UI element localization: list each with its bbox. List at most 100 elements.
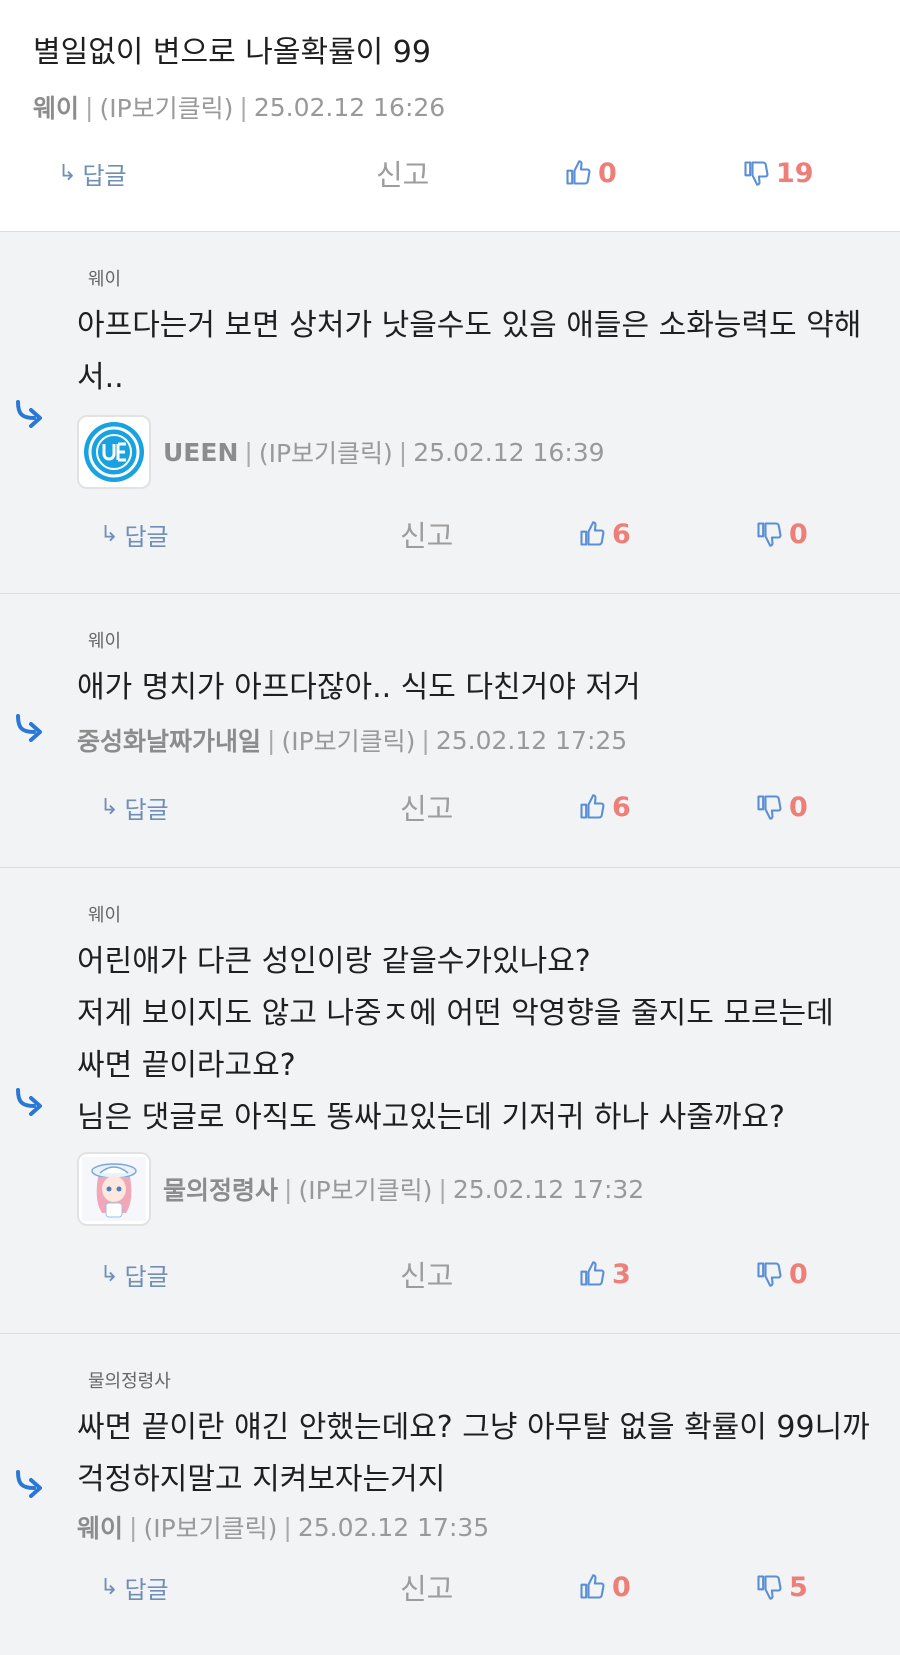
reply-arrow-icon — [14, 1470, 44, 1498]
report-button-label: 신고 — [400, 1572, 454, 1606]
author-name[interactable]: 중성화날짜가내일 — [77, 722, 261, 758]
like-count: 6 — [612, 791, 631, 823]
reply-arrow-icon — [14, 400, 44, 428]
like-button[interactable]: 0 — [564, 153, 617, 193]
reply-button[interactable]: ↳ 답글 — [100, 1254, 169, 1294]
like-count: 0 — [612, 1571, 631, 1603]
like-button[interactable]: 6 — [578, 514, 631, 554]
comment-date: 25.02.12 17:32 — [452, 1174, 645, 1204]
meta-separator: | — [438, 1174, 447, 1204]
author-name[interactable]: UEEN — [163, 438, 238, 467]
reply-target: 웨이 — [88, 905, 122, 926]
comment-actions: ↳ 답글 신고 6 0 — [0, 787, 900, 827]
like-button[interactable]: 6 — [578, 787, 631, 827]
thumbs-down-icon — [755, 1573, 783, 1601]
comment-meta: UEEN | (IP보기클릭) | 25.02.12 16:39 — [77, 413, 880, 491]
ip-view-link[interactable]: (IP보기클릭) — [281, 722, 415, 758]
dislike-count: 5 — [789, 1571, 808, 1603]
comment-date: 25.02.12 17:35 — [297, 1512, 490, 1542]
comment-text: 싸면 끝이란 얘긴 안했는데요? 그냥 아무탈 없을 확률이 99니까 걱정하지… — [77, 1410, 870, 1497]
comment-actions: ↳ 답글 신고 6 0 — [0, 514, 900, 554]
meta-separator: | — [267, 725, 276, 755]
author-name[interactable]: 물의정령사 — [163, 1171, 278, 1207]
thumbs-down-icon — [742, 159, 770, 187]
reply-button-label: 답글 — [124, 522, 169, 551]
dislike-count: 0 — [789, 791, 808, 823]
reply-button-label: 답글 — [124, 1575, 169, 1604]
reply-button[interactable]: ↳ 답글 — [100, 787, 169, 827]
ip-view-link[interactable]: (IP보기클릭) — [143, 1509, 277, 1545]
dislike-count: 0 — [789, 1258, 808, 1290]
ip-view-link[interactable]: (IP보기클릭) — [298, 1171, 432, 1207]
dislike-count: 0 — [789, 518, 808, 550]
comment-text: 어린애가 다큰 성인이랑 같을수가있나요? 저게 보이지도 않고 나중ㅈ에 어떤… — [77, 944, 834, 1135]
report-button[interactable]: 신고 — [400, 1567, 453, 1607]
reply-comment-item: 웨이 애가 명치가 아프다잖아.. 식도 다친거야 저거 중성화날짜가내일 | … — [0, 594, 900, 868]
ueen-logo-icon — [84, 422, 144, 482]
comment-text: 별일없이 변으로 나올확률이 99 — [33, 35, 431, 70]
comment-actions: ↳ 답글 신고 3 0 — [0, 1254, 900, 1294]
like-button[interactable]: 3 — [578, 1254, 631, 1294]
reply-comment-item: 물의정령사 싸면 끝이란 얘긴 안했는데요? 그냥 아무탈 없을 확률이 99니… — [0, 1334, 900, 1655]
comment-date: 25.02.12 16:39 — [413, 437, 605, 467]
reply-button-label: 답글 — [124, 1262, 169, 1291]
reply-hook-icon: ↳ — [100, 1574, 119, 1600]
dislike-button[interactable]: 0 — [755, 1254, 808, 1294]
reply-hook-icon: ↳ — [100, 521, 119, 547]
thumbs-up-icon — [578, 520, 606, 548]
meta-separator: | — [239, 92, 248, 122]
dislike-button[interactable]: 0 — [755, 787, 808, 827]
anime-girl-avatar-icon — [82, 1157, 146, 1221]
dislike-button[interactable]: 5 — [755, 1567, 808, 1607]
meta-separator: | — [244, 437, 253, 467]
dislike-button[interactable]: 19 — [742, 153, 814, 193]
avatar[interactable] — [77, 415, 151, 489]
reply-button[interactable]: ↳ 답글 — [58, 153, 127, 193]
report-button-label: 신고 — [400, 519, 454, 553]
ip-view-link[interactable]: (IP보기클릭) — [99, 89, 233, 125]
thumbs-down-icon — [755, 1260, 783, 1288]
author-name[interactable]: 웨이 — [33, 89, 79, 125]
like-button[interactable]: 0 — [578, 1567, 631, 1607]
reply-arrow-icon — [14, 1088, 44, 1116]
thumbs-up-icon — [578, 1260, 606, 1288]
meta-separator: | — [421, 725, 430, 755]
author-name[interactable]: 웨이 — [77, 1509, 123, 1545]
reply-target: 웨이 — [88, 269, 122, 290]
comment-meta: 중성화날짜가내일 | (IP보기클릭) | 25.02.12 17:25 — [77, 723, 880, 757]
meta-separator: | — [398, 437, 408, 467]
thumbs-down-icon — [755, 520, 783, 548]
comment-date: 25.02.12 17:25 — [435, 725, 628, 755]
reply-button-label: 답글 — [124, 795, 169, 824]
report-button[interactable]: 신고 — [400, 1254, 453, 1294]
reply-target: 물의정령사 — [88, 1371, 171, 1392]
reply-target: 웨이 — [88, 631, 122, 652]
report-button[interactable]: 신고 — [376, 153, 429, 193]
report-button[interactable]: 신고 — [400, 787, 453, 827]
reply-hook-icon: ↳ — [100, 794, 119, 820]
dislike-button[interactable]: 0 — [755, 514, 808, 554]
meta-separator: | — [284, 1174, 293, 1204]
avatar[interactable] — [77, 1152, 151, 1226]
like-count: 6 — [612, 518, 631, 550]
comment-meta: 물의정령사 | (IP보기클릭) | 25.02.12 17:32 — [77, 1150, 880, 1228]
reply-comment-item: 웨이 어린애가 다큰 성인이랑 같을수가있나요? 저게 보이지도 않고 나중ㅈ에… — [0, 868, 900, 1334]
reply-button[interactable]: ↳ 답글 — [100, 514, 169, 554]
thumbs-up-icon — [564, 159, 592, 187]
comment-text: 아프다는거 보면 상처가 낫을수도 있음 애들은 소화능력도 약해서.. — [77, 308, 862, 395]
comment-meta: 웨이 | (IP보기클릭) | 25.02.12 17:35 — [77, 1510, 880, 1544]
like-count: 3 — [612, 1258, 631, 1290]
meta-separator: | — [129, 1512, 138, 1542]
comment-text: 애가 명치가 아프다잖아.. 식도 다친거야 저거 — [77, 670, 641, 705]
reply-hook-icon: ↳ — [100, 1261, 119, 1287]
thumbs-up-icon — [578, 793, 606, 821]
comment-meta: 웨이 | (IP보기클릭) | 25.02.12 16:26 — [33, 90, 880, 124]
ip-view-link[interactable]: (IP보기클릭) — [259, 434, 393, 470]
reply-comment-item: 웨이 아프다는거 보면 상처가 낫을수도 있음 애들은 소화능력도 약해서.. … — [0, 232, 900, 594]
thumbs-up-icon — [578, 1573, 606, 1601]
reply-button-label: 답글 — [82, 161, 127, 190]
report-button[interactable]: 신고 — [400, 514, 453, 554]
reply-button[interactable]: ↳ 답글 — [100, 1567, 169, 1607]
report-button-label: 신고 — [376, 158, 430, 192]
thumbs-down-icon — [755, 793, 783, 821]
